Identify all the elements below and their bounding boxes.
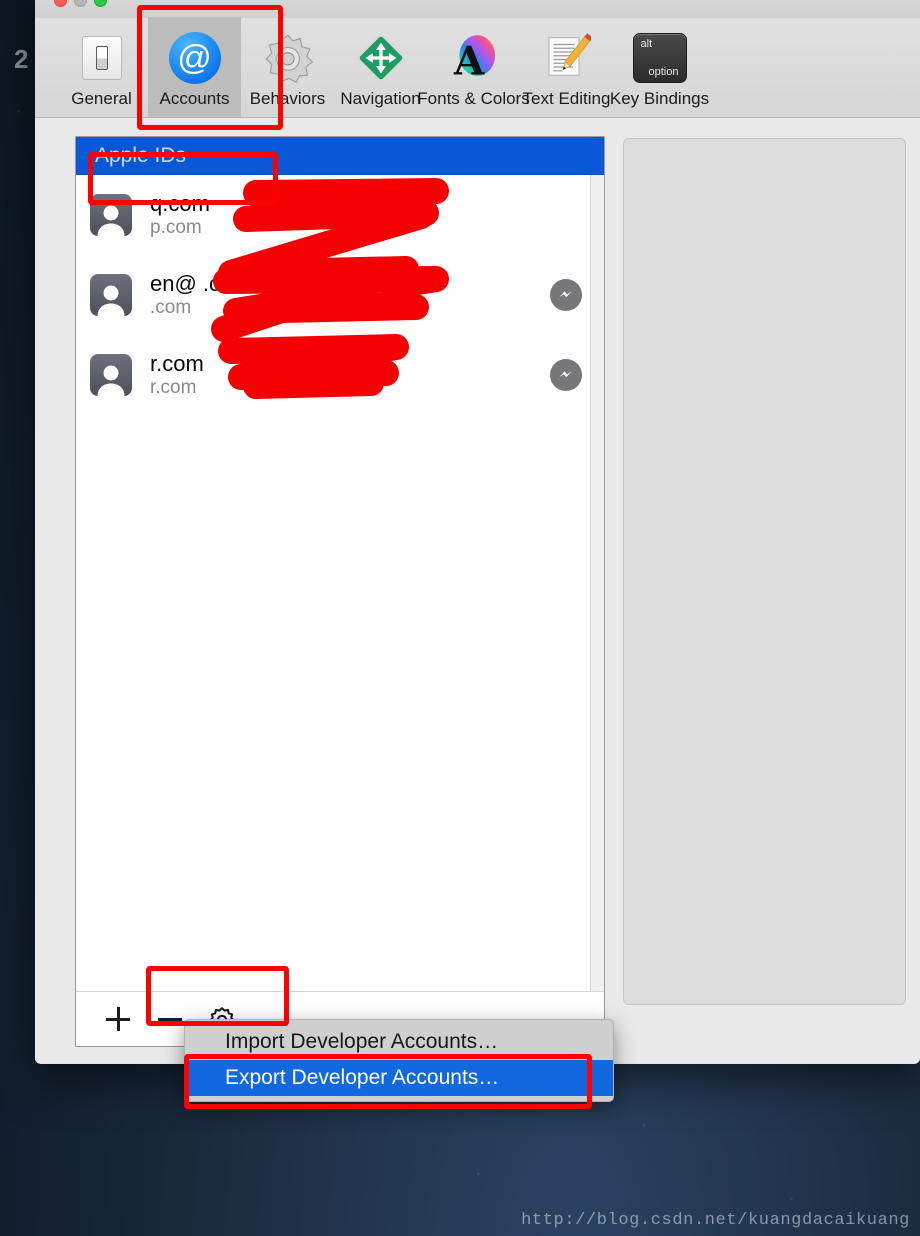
preferences-toolbar: General @ Accounts Behaviors Navigation … — [35, 17, 920, 118]
watermark-url: http://blog.csdn.net/kuangdacaikuang — [521, 1211, 910, 1230]
window-titlebar — [35, 0, 920, 18]
tab-text-editing-label: Text Editing — [522, 89, 611, 108]
list-scrollbar[interactable] — [590, 175, 604, 991]
accounts-list-header[interactable]: Apple IDs — [76, 137, 604, 175]
table-row[interactable]: q.com p.com — [76, 175, 604, 255]
account-text: q.com p.com — [150, 191, 210, 238]
avatar — [90, 274, 132, 316]
tab-general-label: General — [71, 89, 132, 108]
tab-fonts-colors-label: Fonts & Colors — [417, 89, 530, 108]
tab-behaviors[interactable]: Behaviors — [241, 17, 334, 117]
tab-fonts-colors[interactable]: A Fonts & Colors — [417, 17, 530, 117]
svg-text:A: A — [452, 38, 484, 84]
account-secondary-email: r.com — [150, 376, 197, 398]
account-text: en@ .com .com — [150, 271, 251, 318]
desktop-number-label: 2 — [14, 44, 29, 74]
accounts-list-panel: Apple IDs q.com p.com en@ .com .com r.co… — [75, 136, 605, 1047]
plus-icon — [106, 1007, 130, 1031]
tab-behaviors-label: Behaviors — [249, 89, 326, 108]
document-pencil-icon — [543, 29, 591, 87]
letter-a-color-icon: A — [448, 29, 500, 87]
account-primary-email: en@ .com — [150, 271, 251, 297]
tab-key-bindings[interactable]: alt option Key Bindings — [609, 17, 710, 117]
avatar — [90, 354, 132, 396]
tab-general[interactable]: General — [55, 17, 148, 117]
desktop-background: 2 General @ Accounts Behaviors Navigatio… — [0, 0, 920, 1236]
minimize-button[interactable] — [74, 0, 87, 7]
account-secondary-email: .com — [150, 296, 192, 318]
menu-item-export-developer-accounts[interactable]: Export Developer Accounts… — [185, 1060, 613, 1096]
table-row[interactable]: r.com r.com — [76, 335, 604, 415]
alt-option-key-icon: alt option — [632, 29, 687, 87]
account-primary-email: r.com — [150, 351, 204, 377]
tab-navigation-label: Navigation — [340, 89, 421, 108]
minus-icon — [158, 1007, 182, 1031]
menu-item-import-developer-accounts[interactable]: Import Developer Accounts… — [185, 1024, 613, 1060]
add-account-button[interactable] — [92, 997, 144, 1041]
general-switch-icon — [81, 29, 122, 87]
at-sign-icon: @ — [168, 29, 221, 87]
account-secondary-email: p.com — [150, 216, 202, 238]
account-text: r.com r.com — [150, 351, 204, 398]
messenger-badge-icon — [550, 359, 582, 391]
preferences-content: Apple IDs q.com p.com en@ .com .com r.co… — [35, 118, 920, 1063]
gear-icon — [262, 29, 314, 87]
four-arrows-icon — [355, 29, 407, 87]
account-detail-panel — [623, 138, 906, 1005]
account-primary-email: q.com — [150, 191, 210, 217]
accounts-list-body[interactable]: q.com p.com en@ .com .com r.com r.com — [76, 175, 604, 991]
tab-navigation[interactable]: Navigation — [334, 17, 427, 117]
tab-accounts[interactable]: @ Accounts — [148, 17, 241, 117]
accounts-list-header-label: Apple IDs — [95, 143, 187, 167]
preferences-window: General @ Accounts Behaviors Navigation … — [35, 0, 920, 1064]
tab-accounts-label: Accounts — [159, 89, 230, 108]
messenger-badge-icon — [550, 279, 582, 311]
avatar — [90, 194, 132, 236]
tab-text-editing[interactable]: Text Editing — [520, 17, 613, 117]
tab-key-bindings-label: Key Bindings — [609, 89, 710, 108]
close-button[interactable] — [54, 0, 67, 7]
account-actions-menu[interactable]: Import Developer Accounts… Export Develo… — [184, 1019, 614, 1102]
table-row[interactable]: en@ .com .com — [76, 255, 604, 335]
zoom-button[interactable] — [94, 0, 107, 7]
